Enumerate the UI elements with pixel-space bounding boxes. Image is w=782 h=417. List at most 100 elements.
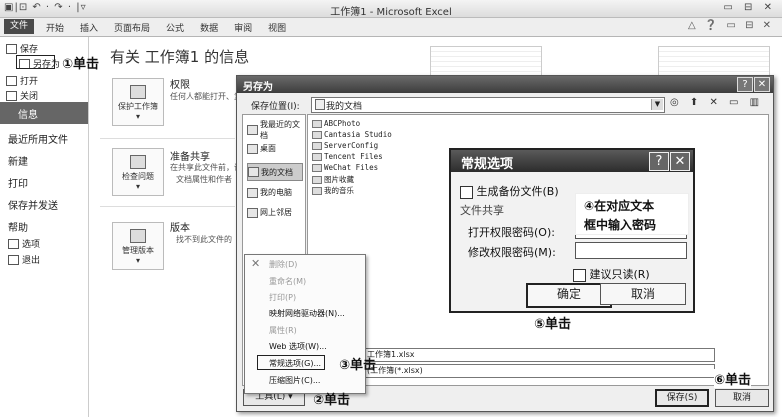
menu-item-map-drive[interactable]: 映射网络驱动器(N)... (269, 308, 345, 319)
save-as-highlight (16, 55, 55, 69)
callout-step5: ⑤单击 (534, 317, 572, 332)
backstage-close[interactable]: 关闭 (6, 89, 38, 102)
title-bar: ▣|⊡ ↶ · ↷ · |▿ 工作簿1 - Microsoft Excel ▭ … (0, 0, 782, 18)
readonly-option[interactable]: 建议只读(R) (573, 266, 650, 282)
ribbon-tab-bar: 文件 开始 插入 页面布局 公式 数据 审阅 视图 △ ❓ ▭ ⊟ ✕ (0, 18, 782, 37)
folder-icon (312, 175, 322, 184)
list-item[interactable]: ABCPhoto (312, 119, 360, 128)
chevron-down-icon[interactable]: ▼ (651, 99, 663, 110)
modify-password-input[interactable] (575, 242, 687, 259)
versions-icon (130, 229, 146, 243)
tab-page-layout[interactable]: 页面布局 (114, 21, 150, 34)
file-sharing-label: 文件共享 (460, 204, 504, 217)
place-my-computer-label: 我的电脑 (260, 188, 292, 197)
cancel-button[interactable]: 取消 (715, 389, 769, 407)
folder-icon (312, 119, 322, 128)
ribbon-right-icons[interactable]: △ ❓ ▭ ⊟ ✕ (688, 20, 774, 31)
backstage-save-label: 保存 (20, 45, 39, 55)
place-recent[interactable]: 我最近的文档 (247, 119, 301, 141)
tab-data[interactable]: 数据 (200, 21, 218, 34)
place-my-documents-label: 我的文档 (261, 167, 293, 177)
file-name: ABCPhoto (324, 119, 361, 128)
menu-item-properties[interactable]: 属性(R) (269, 325, 297, 336)
backstage-recent[interactable]: 最近所用文件 (8, 131, 68, 146)
file-name: ServerConfig (324, 141, 379, 150)
callout-step2: ②单击 (313, 393, 351, 408)
manage-versions-label: 管理版本 (122, 246, 154, 255)
file-name: 我的音乐 (324, 186, 354, 195)
check-issues-label: 检查问题 (122, 172, 154, 181)
backstage-open-label: 打开 (20, 77, 39, 87)
tab-home[interactable]: 开始 (46, 21, 64, 34)
menu-item-delete[interactable]: 删除(D) (269, 259, 297, 270)
backup-option[interactable]: 生成备份文件(B) (460, 183, 559, 199)
tab-view[interactable]: 视图 (268, 21, 286, 34)
place-my-documents[interactable]: 我的文档 (247, 163, 303, 181)
menu-item-print[interactable]: 打印(P) (269, 292, 296, 303)
inspect-icon (130, 155, 146, 169)
general-options-highlight (257, 355, 325, 370)
callout-step4-line1: ④在对应文本 (584, 199, 655, 213)
manage-versions-button[interactable]: 管理版本 ▾ (112, 222, 164, 270)
folder-icon (312, 163, 322, 172)
check-issues-button[interactable]: 检查问题 ▾ (112, 148, 164, 196)
list-item[interactable]: Cantasia Studio (312, 130, 392, 139)
file-name: WeChat Files (324, 163, 379, 172)
place-desktop[interactable]: 桌面 (247, 143, 301, 154)
list-item[interactable]: 图片收藏 (312, 174, 354, 185)
delete-icon: ✕ (251, 257, 261, 270)
backstage-open[interactable]: 打开 (6, 74, 38, 87)
computer-icon (247, 187, 258, 198)
my-documents-icon (248, 167, 259, 177)
options-icon (8, 238, 19, 249)
tab-insert[interactable]: 插入 (80, 21, 98, 34)
backstage-options[interactable]: 选项 (8, 237, 40, 250)
tab-review[interactable]: 审阅 (234, 21, 252, 34)
help-button[interactable]: ? (737, 77, 753, 92)
save-location-select[interactable]: 我的文档 ▼ (311, 97, 665, 113)
file-name: Tencent Files (324, 152, 383, 161)
file-name: 图片收藏 (324, 175, 354, 184)
ok-label: 确定 (556, 287, 581, 301)
menu-item-web-options[interactable]: Web 选项(W)... (269, 341, 327, 352)
readonly-checkbox[interactable] (573, 268, 586, 282)
backstage-new[interactable]: 新建 (8, 153, 28, 168)
backstage-info[interactable]: 信息 (0, 102, 88, 124)
callout-step3: ③单击 (339, 358, 377, 373)
divider (100, 138, 235, 139)
place-network[interactable]: 网上邻居 (247, 207, 301, 218)
list-item[interactable]: WeChat Files (312, 163, 378, 172)
tab-formulas[interactable]: 公式 (166, 21, 184, 34)
list-item[interactable]: ServerConfig (312, 141, 378, 150)
help-button[interactable]: ? (649, 152, 669, 171)
filetype-select[interactable]: (工作簿(*.xlsx) (363, 364, 715, 378)
save-button[interactable]: 保存(S) (655, 389, 709, 407)
folder-icon (312, 141, 322, 150)
open-password-label: 打开权限密码(O): (468, 226, 555, 239)
close-button[interactable]: ✕ (670, 152, 690, 171)
dialog-toolbar-icons[interactable]: ◎ ⬆ ✕ ▭ ▥ (670, 97, 763, 108)
place-my-computer[interactable]: 我的电脑 (247, 187, 301, 198)
close-button[interactable]: ✕ (754, 77, 770, 92)
versions-title: 版本 (170, 223, 190, 234)
backstage-save[interactable]: 保存 (6, 42, 38, 55)
backup-checkbox[interactable] (460, 185, 473, 199)
backstage-save-send[interactable]: 保存并发送 (8, 197, 58, 212)
menu-item-rename[interactable]: 重命名(M) (269, 276, 306, 287)
backstage-help[interactable]: 帮助 (8, 219, 28, 234)
recent-docs-icon (247, 125, 258, 135)
protect-workbook-button[interactable]: 保护工作簿 ▾ (112, 78, 164, 126)
list-item[interactable]: Tencent Files (312, 152, 383, 161)
tab-file[interactable]: 文件 (4, 19, 34, 34)
menu-item-compress-pictures[interactable]: 压缩图片(C)... (269, 375, 320, 386)
cancel-button[interactable]: 取消 (600, 283, 686, 305)
backstage-exit[interactable]: 退出 (8, 253, 40, 266)
callout-step4: ④在对应文本 框中输入密码 (575, 193, 689, 235)
general-options-title-bar: 常规选项 ? ✕ (451, 150, 693, 172)
window-controls[interactable]: ▭ ⊟ ✕ (723, 2, 776, 13)
backstage-print[interactable]: 打印 (8, 175, 28, 190)
protect-workbook-label: 保护工作簿 (118, 102, 158, 111)
list-item[interactable]: 我的音乐 (312, 185, 354, 196)
filename-input[interactable]: 工作簿1.xlsx (363, 348, 715, 362)
place-recent-label: 我最近的文档 (260, 120, 300, 140)
